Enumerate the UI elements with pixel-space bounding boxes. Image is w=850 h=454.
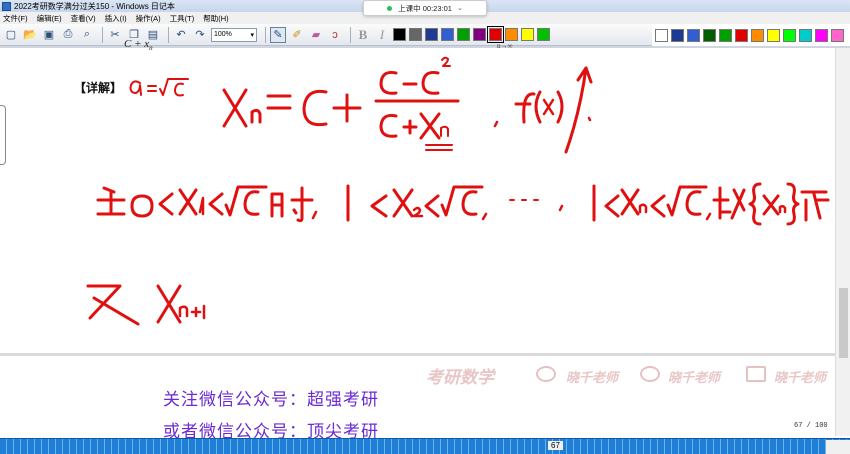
note-canvas[interactable] [0,48,835,353]
color-swatch-orange[interactable] [751,28,764,42]
menu-edit[interactable]: 编辑(E) [37,13,62,24]
color-swatch-blue[interactable] [441,28,454,41]
journal-window: 2022考研数学满分过关150 - Windows 日记本 文件(F) 编辑(E… [0,0,850,454]
timer-time: 00:23:01 [422,3,452,13]
window-title: 2022考研数学满分过关150 - Windows 日记本 [14,1,175,11]
color-swatch-green[interactable] [457,28,470,41]
toolbar-separator [102,26,103,43]
color-swatch-magenta[interactable] [815,28,828,42]
toolbar-separator [350,26,351,43]
menu-file[interactable]: 文件(F) [3,13,28,24]
menu-actions[interactable]: 操作(A) [136,13,161,24]
watermark-brand: 考研数学 [426,368,494,388]
notice-line-1: 关注微信公众号：超强考研 [163,390,379,410]
undo-icon[interactable]: ↶ [173,27,189,43]
color-swatch-yellow[interactable] [521,28,534,41]
wechat-icon [640,366,660,382]
vertical-scrollbar[interactable] [835,48,850,436]
journal-app-icon [2,1,11,11]
toolbar: ▢ 📂 ▣ ⎙ ⌕ ✂ ❐ ▤ ↶ ↷ 100% ▾ ✎ ✐ ▰ ↄ B I [0,24,660,46]
color-swatch-green[interactable] [719,28,732,42]
live-status-icon [387,5,393,11]
lasso-icon[interactable]: ↄ [327,27,343,43]
color-swatch-blue[interactable] [687,28,700,42]
color-swatch-bright-green[interactable] [783,28,796,42]
menu-view[interactable]: 查看(V) [71,13,96,24]
page-counter: 67 / 100 [794,422,828,430]
color-swatch-black[interactable] [393,28,406,41]
watermark-teacher: 晓千老师 [566,371,619,386]
new-note-icon[interactable]: ▢ [3,27,19,43]
pen-icon[interactable]: ✎ [270,26,286,43]
color-swatch-navy[interactable] [425,28,438,41]
formula-fragment: C + xn [124,38,153,53]
color-swatch-gray[interactable] [409,28,422,41]
timer-status: 上课中 [398,3,421,13]
color-swatch-navy[interactable] [671,28,684,42]
limit-fragment: n→∞ [497,42,513,50]
zoom-select[interactable]: 100% ▾ [211,27,257,42]
color-swatch-yellow[interactable] [767,28,780,42]
find-icon[interactable]: ⌕ [79,27,95,43]
watermark-teacher: 晓千老师 [668,371,721,386]
italic-button[interactable]: I [374,27,390,43]
scrollbar-thumb[interactable] [839,288,848,358]
zoom-value: 100% [214,31,232,38]
class-timer[interactable]: 上课中 00:23:01 ⌄ [363,0,487,16]
highlighter-icon[interactable]: ✐ [289,27,305,43]
color-swatch-purple[interactable] [473,28,486,41]
menu-tools[interactable]: 工具(T) [170,13,195,24]
print-icon[interactable]: ⎙ [60,27,76,43]
weibo-icon [536,366,556,382]
toolbar-separator [265,26,266,43]
eraser-icon[interactable]: ▰ [308,27,324,43]
side-panel-grip[interactable] [0,105,6,165]
menu-insert[interactable]: 插入(I) [105,13,127,24]
color-swatch-cyan[interactable] [799,28,812,42]
chevron-down-icon: ⌄ [456,5,463,12]
color-swatch-pink[interactable] [831,28,844,42]
menu-help[interactable]: 帮助(H) [203,13,228,24]
save-icon[interactable]: ▣ [41,27,57,43]
cut-icon[interactable]: ✂ [107,27,123,43]
color-swatch-lime[interactable] [537,28,550,41]
color-swatch-orange[interactable] [505,28,518,41]
color-swatch-red[interactable] [487,26,504,43]
corner-box [826,440,850,454]
color-swatch-red[interactable] [735,28,748,42]
detail-label: 【详解】 [74,81,123,95]
page-number: 67 [548,441,563,450]
bold-button[interactable]: B [355,27,371,43]
formula-subscript: n [149,44,153,53]
chevron-down-icon: ▾ [250,31,254,39]
redo-icon[interactable]: ↷ [192,27,208,43]
toolbar-separator [168,26,169,43]
highlighter-palette [652,24,850,46]
color-swatch-white[interactable] [655,28,668,42]
open-icon[interactable]: 📂 [22,27,38,43]
watermark-teacher: 晓千老师 [774,371,827,386]
video-site-icon [746,366,766,382]
handwriting-ink [86,56,830,326]
color-swatch-dark-green[interactable] [703,28,716,42]
bottom-scroll-bar[interactable] [0,438,850,454]
